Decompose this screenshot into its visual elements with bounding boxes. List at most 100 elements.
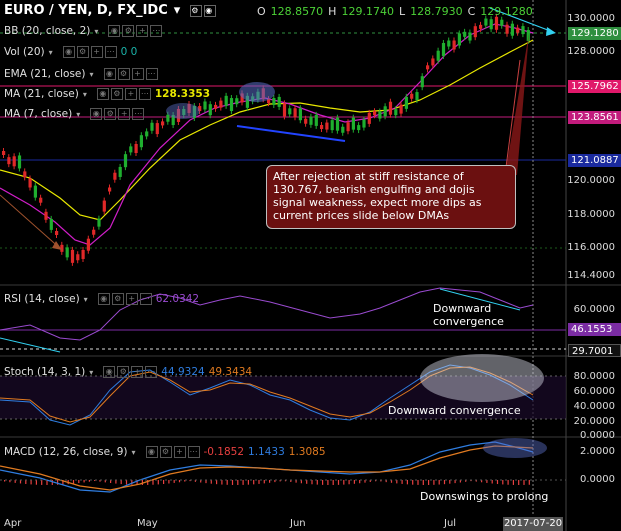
plus-icon[interactable]: + <box>90 46 103 58</box>
candle-body <box>335 117 340 131</box>
eye-icon[interactable]: ◉ <box>103 366 116 378</box>
more-icon[interactable]: ⋯ <box>145 68 158 80</box>
legend-controls[interactable]: ◉ ⚙ + ⋯ <box>145 446 200 458</box>
plus-icon[interactable]: + <box>136 25 149 37</box>
macd-bar <box>41 480 43 485</box>
vol-label[interactable]: Vol (20) <box>4 46 45 58</box>
more-icon[interactable]: ⋯ <box>104 46 117 58</box>
eye-icon[interactable]: ◉ <box>145 446 158 458</box>
chevron-down-icon[interactable]: ▾ <box>83 90 87 99</box>
legend-ema[interactable]: EMA (21, close) ▾ ◉ ⚙ + ⋯ <box>4 68 158 80</box>
ma7-label[interactable]: MA (7, close) <box>4 108 72 120</box>
macd-bar <box>438 480 440 485</box>
macd-bar <box>496 480 499 485</box>
macd-bar <box>417 480 419 485</box>
macd-bar <box>322 480 324 485</box>
rsi-trendline <box>0 337 61 353</box>
candle-body <box>81 249 85 259</box>
gear-icon[interactable]: ⚙ <box>122 25 135 37</box>
legend-macd[interactable]: MACD (12, 26, close, 9) ▾ ◉ ⚙ + ⋯ -0.1852 1.… <box>4 446 326 458</box>
legend-bb[interactable]: BB (20, close, 2) ▾ ◉ ⚙ + ⋯ <box>4 25 163 37</box>
symbol-title[interactable]: EURO / YEN, D, FX_IDC ▾ ⚙ ◉ <box>4 3 217 18</box>
legend-controls[interactable]: ◉ ⚙ + ⋯ <box>90 108 145 120</box>
macd-bar <box>168 480 170 484</box>
chevron-down-icon[interactable]: ▾ <box>49 48 53 57</box>
more-icon[interactable]: ⋯ <box>138 88 151 100</box>
eye-icon[interactable]: ◉ <box>103 68 116 80</box>
legend-ma7[interactable]: MA (7, close) ▾ ◉ ⚙ + ⋯ <box>4 108 145 120</box>
more-icon[interactable]: ⋯ <box>145 366 158 378</box>
candle-body <box>494 16 499 30</box>
candle-body <box>161 121 165 126</box>
arrow-head-icon <box>546 27 556 36</box>
legend-controls[interactable]: ◉ ⚙ + ⋯ <box>103 68 158 80</box>
plus-icon[interactable]: + <box>131 68 144 80</box>
legend-controls[interactable]: ◉ ⚙ + ⋯ <box>103 366 158 378</box>
eye-icon[interactable]: ◉ <box>62 46 75 58</box>
header-controls[interactable]: ⚙ ◉ <box>190 4 217 17</box>
gear-icon[interactable]: ⚙ <box>110 88 123 100</box>
candle-body <box>7 157 11 165</box>
legend-vol[interactable]: Vol (20) ▾ ◉ ⚙ + ⋯ 0 0 <box>4 46 137 58</box>
candle-body <box>457 33 461 46</box>
candle-body <box>92 229 96 235</box>
chevron-down-icon[interactable]: ▾ <box>84 295 88 304</box>
chevron-down-icon[interactable]: ▾ <box>174 3 181 18</box>
chevron-down-icon[interactable]: ▾ <box>76 110 80 119</box>
ema-label[interactable]: EMA (21, close) <box>4 68 86 80</box>
rsi-label[interactable]: RSI (14, close) <box>4 293 80 305</box>
macd-bar <box>231 480 234 485</box>
macd-bar <box>401 480 403 484</box>
plus-icon[interactable]: + <box>125 293 138 305</box>
plus-icon[interactable]: + <box>173 446 186 458</box>
more-icon[interactable]: ⋯ <box>187 446 200 458</box>
gear-icon[interactable]: ⚙ <box>76 46 89 58</box>
chevron-down-icon[interactable]: ▾ <box>90 70 94 79</box>
gear-icon[interactable]: ⚙ <box>111 293 124 305</box>
more-icon[interactable]: ⋯ <box>150 25 163 37</box>
candle-body <box>362 119 366 128</box>
macd-bar <box>253 480 255 485</box>
chevron-down-icon[interactable]: ▾ <box>89 368 93 377</box>
current-date-label: 2017-07-20 <box>503 517 563 531</box>
gear-icon[interactable]: ⚙ <box>159 446 172 458</box>
gear-icon[interactable]: ⚙ <box>190 4 203 17</box>
more-icon[interactable]: ⋯ <box>139 293 152 305</box>
candle-body <box>404 96 408 109</box>
candle-body <box>341 126 345 133</box>
legend-controls[interactable]: ◉ ⚙ + ⋯ <box>97 293 152 305</box>
candle-body <box>203 101 207 110</box>
plus-icon[interactable]: + <box>131 366 144 378</box>
price-tick: 130.0000 <box>567 13 615 24</box>
chevron-down-icon[interactable]: ▾ <box>94 27 98 36</box>
highlight-ellipse <box>420 354 544 402</box>
gear-icon[interactable]: ⚙ <box>117 366 130 378</box>
legend-controls[interactable]: ◉ ⚙ + ⋯ <box>96 88 151 100</box>
symbol-label[interactable]: EURO / YEN, D, FX_IDC <box>4 3 168 18</box>
eye-icon[interactable]: ◉ <box>96 88 109 100</box>
candle-body <box>145 131 149 137</box>
legend-stoch[interactable]: Stoch (14, 3, 1) ▾ ◉ ⚙ + ⋯ 44.9324 49.3434 <box>4 366 252 378</box>
legend-controls[interactable]: ◉ ⚙ + ⋯ <box>62 46 117 58</box>
legend-controls[interactable]: ◉ ⚙ + ⋯ <box>108 25 163 37</box>
eye-icon[interactable]: ◉ <box>90 108 103 120</box>
gear-icon[interactable]: ⚙ <box>117 68 130 80</box>
gear-icon[interactable]: ⚙ <box>104 108 117 120</box>
eye-icon[interactable]: ◉ <box>108 25 121 37</box>
stoch-label[interactable]: Stoch (14, 3, 1) <box>4 366 85 378</box>
eye-icon[interactable]: ◉ <box>204 4 217 17</box>
eye-icon[interactable]: ◉ <box>97 293 110 305</box>
analysis-note: After rejection at stiff resistance of 1… <box>266 165 516 229</box>
plus-icon[interactable]: + <box>118 108 131 120</box>
plus-icon[interactable]: + <box>124 88 137 100</box>
legend-rsi[interactable]: RSI (14, close) ▾ ◉ ⚙ + ⋯ 62.0342 <box>4 293 199 305</box>
macd-bar <box>433 480 435 485</box>
bb-label[interactable]: BB (20, close, 2) <box>4 25 90 37</box>
macd-bar <box>512 480 514 485</box>
macd-label[interactable]: MACD (12, 26, close, 9) <box>4 446 127 458</box>
macd-bar <box>210 480 212 484</box>
chevron-down-icon[interactable]: ▾ <box>131 448 135 457</box>
legend-ma21[interactable]: MA (21, close) ▾ ◉ ⚙ + ⋯ 128.3353 <box>4 88 210 100</box>
more-icon[interactable]: ⋯ <box>132 108 145 120</box>
ma21-label[interactable]: MA (21, close) <box>4 88 79 100</box>
